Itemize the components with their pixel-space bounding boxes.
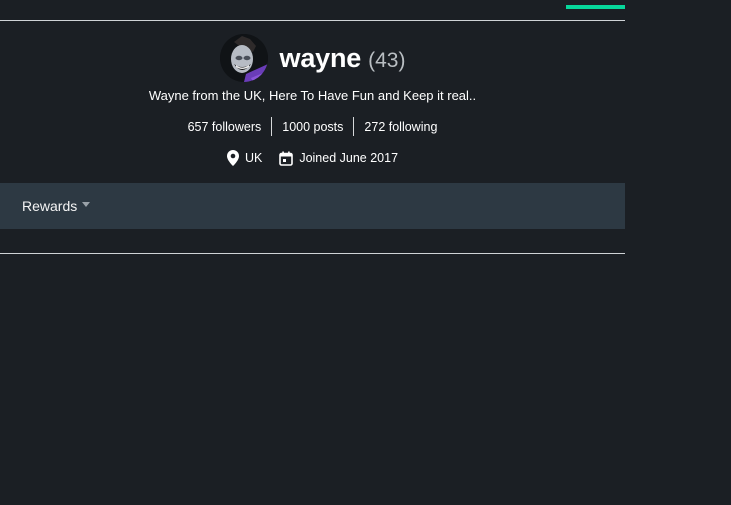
chevron-down-icon xyxy=(82,202,91,207)
following-link[interactable]: 272 following xyxy=(354,118,447,136)
profile-stats: 657 followers 1000 posts 272 following xyxy=(0,117,625,136)
username-line: wayne (43) xyxy=(280,43,406,74)
rewards-dropdown[interactable]: Rewards xyxy=(22,198,91,214)
followers-link[interactable]: 657 followers xyxy=(178,118,272,136)
profile-meta: UK Joined June 2017 xyxy=(0,150,625,166)
posts-link[interactable]: 1000 posts xyxy=(272,118,353,136)
profile-page: wayne (43) Wayne from the UK, Here To Ha… xyxy=(0,0,731,505)
location-pin-icon xyxy=(226,150,239,166)
joined-item: Joined June 2017 xyxy=(279,151,398,166)
reputation-score: (43) xyxy=(368,48,406,72)
joined-date: Joined June 2017 xyxy=(299,151,399,165)
username[interactable]: wayne xyxy=(280,43,362,74)
avatar[interactable] xyxy=(219,34,268,82)
top-divider xyxy=(0,20,625,21)
bottom-divider xyxy=(0,253,625,254)
profile-name-row: wayne (43) xyxy=(0,33,625,83)
calendar-icon xyxy=(279,151,294,166)
avatar-icon xyxy=(219,34,268,82)
location-item: UK xyxy=(226,150,263,166)
profile-header: wayne (43) Wayne from the UK, Here To Ha… xyxy=(0,33,625,166)
active-tab-indicator xyxy=(566,5,625,9)
rewards-label: Rewards xyxy=(22,198,78,214)
location-text: UK xyxy=(244,151,263,165)
profile-bio: Wayne from the UK, Here To Have Fun and … xyxy=(148,88,477,103)
profile-tab-bar: Rewards xyxy=(0,183,625,229)
